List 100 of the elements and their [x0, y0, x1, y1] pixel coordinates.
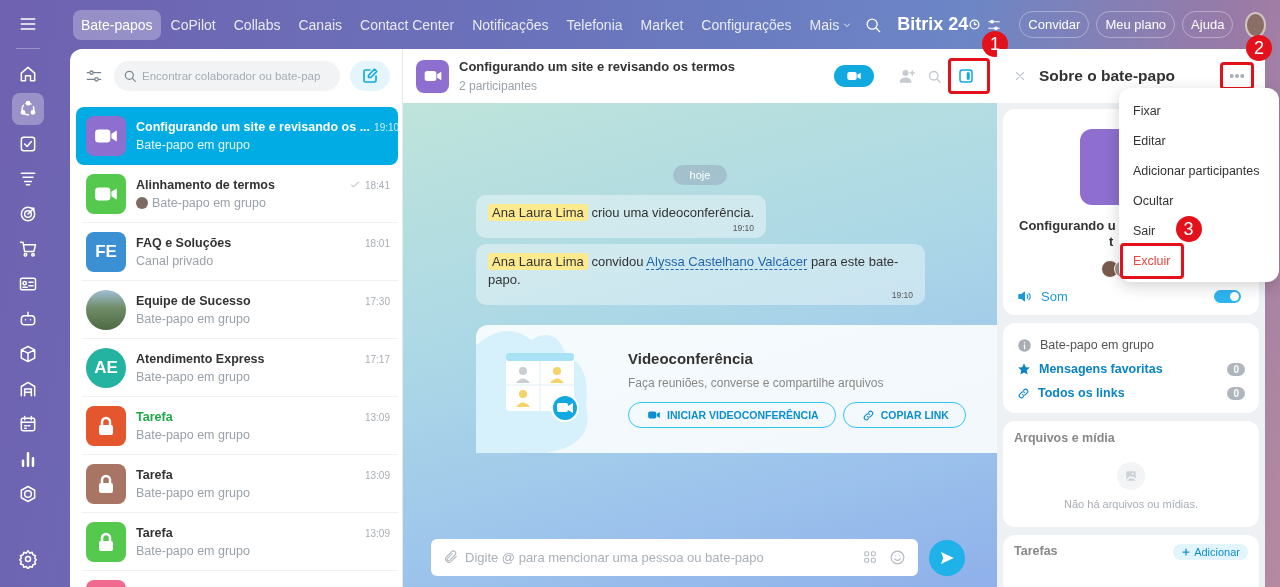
- chat-subtitle: Bate-papo em grupo: [136, 428, 250, 442]
- chat-subtitle: Bate-papo em grupo: [136, 486, 250, 500]
- info-link[interactable]: Todos os links 0: [1003, 381, 1259, 405]
- chat-time: 13:09: [364, 527, 390, 539]
- video-call-button[interactable]: [834, 65, 874, 87]
- nav-tab[interactable]: Collabs: [225, 9, 289, 40]
- chat-name: Configurando u: [1019, 217, 1116, 234]
- message-text: Ana Laura Lima convidou Alyssa Castelhano Valcácer para este bate-papo.: [488, 253, 900, 289]
- nav-tab[interactable]: Notificações: [464, 9, 557, 40]
- step-badge: 2: [1246, 35, 1272, 61]
- sound-toggle[interactable]: [1214, 290, 1241, 303]
- chat-subtitle: Canal privado: [136, 254, 214, 268]
- chat-list-item[interactable]: Tarefa 13:09 Bate-papo em grupo: [76, 397, 398, 455]
- chat-subtitle: Bate-papo em grupo: [152, 196, 266, 210]
- menu-item[interactable]: Excluir: [1123, 246, 1181, 276]
- chat-title: Configurando um site e revisando os termos: [459, 59, 736, 74]
- chat-subtitle: Bate-papo em grupo: [136, 312, 250, 326]
- cart-icon: [18, 239, 38, 259]
- info-link[interactable]: Mensagens favoritas 0: [1003, 357, 1259, 381]
- nav-tab[interactable]: Bate-papos: [73, 9, 161, 40]
- nav-tab[interactable]: Mais: [801, 9, 862, 40]
- compose-icon: [361, 67, 379, 85]
- nav-tab[interactable]: Canais: [290, 9, 351, 40]
- highlight-frame: [1120, 243, 1184, 279]
- contact-card-icon: [18, 274, 38, 294]
- panel-icon: [957, 67, 975, 85]
- send-button[interactable]: [929, 539, 965, 576]
- add-task-button[interactable]: Adicionar: [1173, 544, 1248, 560]
- settings-icon: [18, 549, 38, 569]
- chat-name: Equipe de Sucesso: [136, 294, 252, 308]
- chat-list-item[interactable]: Tarefa 13:09 Bate-papo em grupo: [76, 455, 398, 513]
- home-icon: [18, 64, 38, 84]
- message-time: 19:10: [731, 223, 754, 233]
- chat-subtitle: Bate-papo em grupo: [136, 544, 250, 558]
- info-icon: [1017, 337, 1032, 353]
- new-chat-button[interactable]: [350, 61, 390, 91]
- nav-tab[interactable]: Configurações: [693, 9, 800, 40]
- clock-icon: [968, 18, 982, 31]
- link-icon: [861, 408, 875, 422]
- step-badge: 3: [1175, 216, 1202, 242]
- chat-list-item[interactable]: AE Atendimento Express 17:17 Bate-papo em grupo: [76, 339, 398, 397]
- chat-name: Alinhamento de termos: [136, 178, 276, 192]
- robot-icon: [18, 309, 38, 329]
- menu-item[interactable]: Fixar: [1119, 96, 1175, 126]
- initials-avatar: AE: [86, 348, 126, 388]
- participants-count: 2 participantes: [459, 79, 539, 93]
- empty-message: Não há arquivos ou mídias.: [1064, 498, 1198, 510]
- cube-icon: [18, 344, 38, 364]
- initials-avatar: FE: [86, 232, 126, 272]
- chat-time: 17:17: [364, 353, 390, 365]
- nav-tab[interactable]: Contact Center: [352, 9, 463, 40]
- nav-tab[interactable]: Market: [632, 9, 692, 40]
- search-field[interactable]: Encontrar colaborador ou bate-pap: [114, 61, 340, 91]
- chat-name: t: [1109, 234, 1114, 250]
- star-icon: [1017, 362, 1031, 376]
- menu-item[interactable]: Editar: [1119, 126, 1180, 156]
- date-separator: hoje: [672, 165, 728, 185]
- link-icon: [1017, 386, 1030, 400]
- chat-name: Tarefa: [136, 468, 174, 482]
- plus-icon: [1181, 547, 1192, 557]
- sidebar-button[interactable]: [12, 93, 44, 125]
- user-mention[interactable]: Ana Laura Lima: [488, 253, 588, 270]
- chat-name: FAQ e Soluções: [136, 236, 233, 250]
- message-input[interactable]: Digite @ para mencionar uma pessoa ou bate-papo: [431, 539, 918, 576]
- calendar-icon: [18, 414, 38, 434]
- checkbox-icon: [18, 134, 38, 154]
- chat-list-item[interactable]: Equipe de Sucesso 17:30 Bate-papo em grupo: [76, 281, 398, 339]
- user-avatar[interactable]: [1245, 11, 1266, 38]
- chat-time: 17:30: [364, 295, 390, 307]
- chat-name: Atendimento Express: [136, 352, 266, 366]
- chat-bubbles-icon: [18, 99, 38, 119]
- smile-icon[interactable]: [889, 549, 906, 566]
- user-mention[interactable]: Ana Laura Lima: [488, 204, 588, 221]
- image-icon: [1117, 462, 1145, 490]
- warehouse-icon: [18, 379, 38, 399]
- section-title: Tarefas: [1014, 544, 1058, 558]
- chat-list-item[interactable]: Tarefa 13:09 Bate-papo em grupo: [76, 513, 398, 571]
- chat-list-item[interactable]: Alinhamento de termos 18:41 Bate-papo em grupo: [76, 165, 398, 223]
- chat-time: 18:41: [364, 179, 390, 191]
- brand-logo: Bitrix 24: [897, 14, 969, 35]
- chat-subtitle: Bate-papo em grupo: [136, 138, 250, 152]
- chat-list-item[interactable]: FE FAQ e Soluções 18:01 Canal privado: [76, 223, 398, 281]
- menu-item[interactable]: Adicionar participantes: [1119, 156, 1274, 186]
- message-text: Ana Laura Lima criou uma videoconferência.: [488, 204, 754, 222]
- nav-tab[interactable]: Telefonia: [558, 9, 631, 40]
- search-icon: [122, 68, 138, 84]
- funnel-icon: [18, 169, 38, 189]
- count-badge: 0: [1227, 386, 1245, 400]
- member-avatar: [1100, 260, 1119, 278]
- chat-time: 13:09: [364, 411, 390, 423]
- count-badge: 0: [1227, 362, 1245, 376]
- target-icon: [18, 204, 38, 224]
- chat-time: 18:01: [364, 237, 390, 249]
- menu-item[interactable]: Sair: [1119, 216, 1170, 246]
- user-link[interactable]: Alyssa Castelhano Valcácer: [646, 254, 808, 270]
- section-title: Arquivos e mídia: [1014, 431, 1116, 445]
- nav-tab[interactable]: CoPilot: [162, 9, 224, 40]
- hexagon-icon: [18, 484, 38, 504]
- menu-item[interactable]: Ocultar: [1119, 186, 1188, 216]
- paperclip-icon[interactable]: [443, 549, 459, 565]
